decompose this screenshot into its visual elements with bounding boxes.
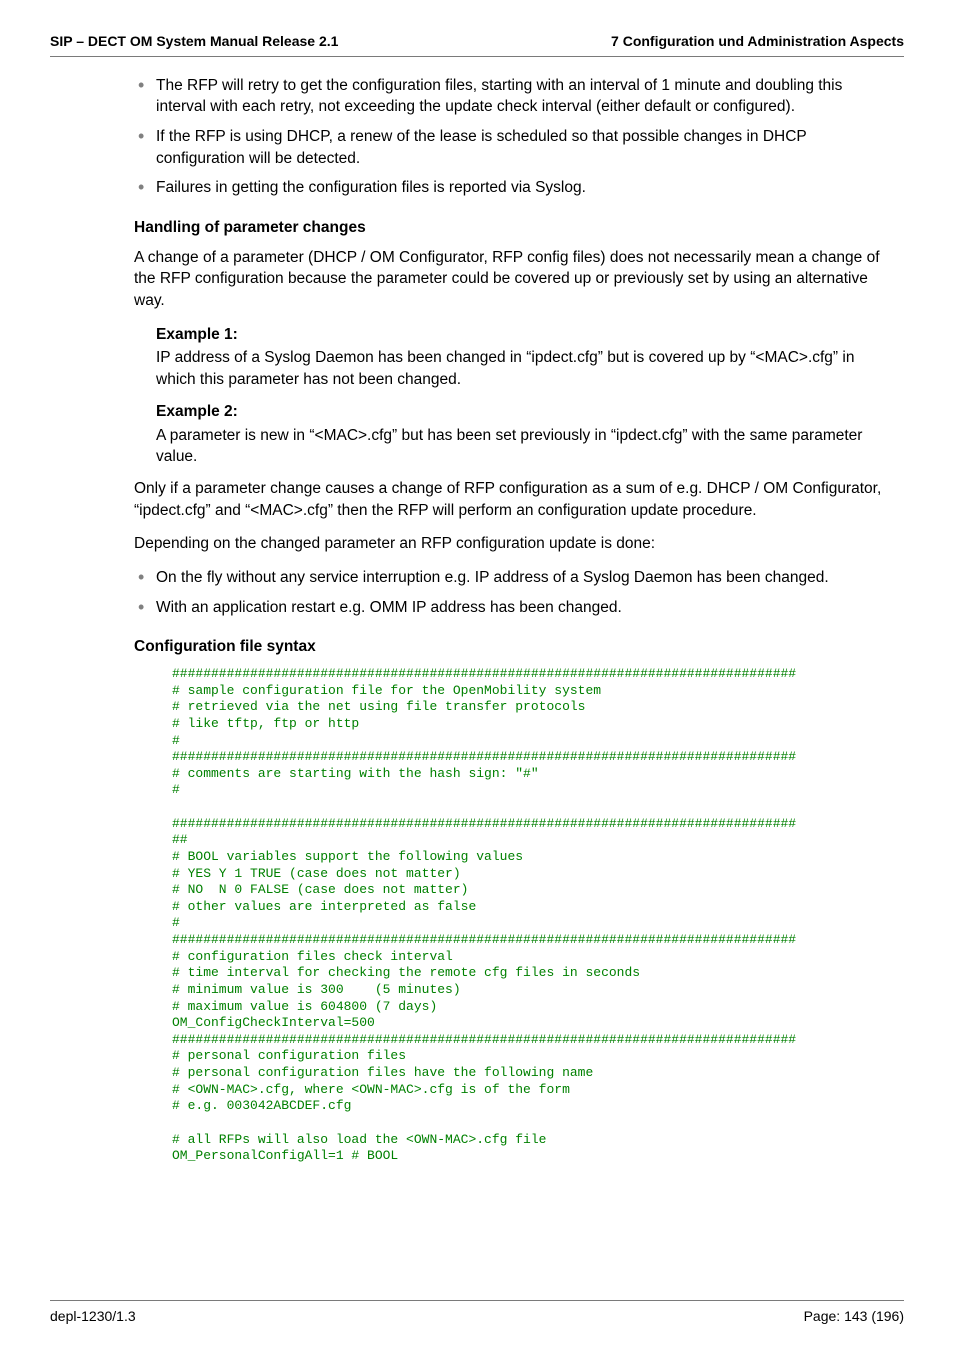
example-1-title: Example 1:	[156, 324, 896, 346]
handling-heading: Handling of parameter changes	[134, 217, 896, 239]
header-right: 7 Configuration und Administration Aspec…	[611, 32, 904, 52]
list-item: If the RFP is using DHCP, a renew of the…	[134, 126, 896, 169]
list-item: On the fly without any service interrupt…	[134, 567, 896, 589]
example-block: Example 1: IP address of a Syslog Daemon…	[134, 324, 896, 468]
example-2-body: A parameter is new in “<MAC>.cfg” but ha…	[156, 425, 896, 468]
list-item: With an application restart e.g. OMM IP …	[134, 597, 896, 619]
content-area: The RFP will retry to get the configurat…	[50, 75, 904, 1165]
example-2-title: Example 2:	[156, 401, 896, 423]
page-footer: depl-1230/1.3 Page: 143 (196)	[50, 1290, 904, 1327]
footer-left: depl-1230/1.3	[50, 1307, 136, 1327]
top-bullet-list: The RFP will retry to get the configurat…	[134, 75, 896, 199]
only-if-paragraph: Only if a parameter change causes a chan…	[134, 478, 896, 521]
header-left: SIP – DECT OM System Manual Release 2.1	[50, 32, 338, 52]
handling-intro-paragraph: A change of a parameter (DHCP / OM Confi…	[134, 247, 896, 312]
footer-right: Page: 143 (196)	[804, 1307, 904, 1327]
example-1-body: IP address of a Syslog Daemon has been c…	[156, 347, 896, 390]
depending-paragraph: Depending on the changed parameter an RF…	[134, 533, 896, 555]
depending-bullet-list: On the fly without any service interrupt…	[134, 567, 896, 618]
list-item: Failures in getting the configuration fi…	[134, 177, 896, 199]
footer-rule	[50, 1300, 904, 1301]
list-item: The RFP will retry to get the configurat…	[134, 75, 896, 118]
header-rule	[50, 56, 904, 57]
page-header: SIP – DECT OM System Manual Release 2.1 …	[50, 32, 904, 56]
config-file-code: ########################################…	[172, 666, 896, 1165]
syntax-heading: Configuration file syntax	[134, 636, 896, 658]
